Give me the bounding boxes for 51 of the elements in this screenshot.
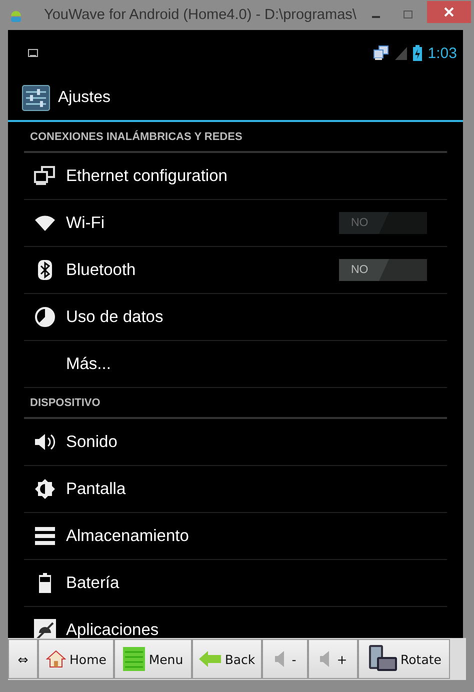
menu-icon [122,647,145,671]
screen-icon [28,48,38,58]
close-icon [444,7,454,17]
speaker-icon [34,433,56,451]
house-icon [46,650,66,668]
section-header: CONEXIONES INALÁMBRICAS Y REDES [24,122,447,153]
toolbar-button[interactable]: Menu [114,639,192,679]
toolbar-button[interactable]: + [308,639,358,679]
ethernet-icon [372,45,389,61]
settings-item[interactable]: Sonido [24,419,447,466]
pie-chart-icon [35,307,55,327]
section-header: DISPOSITIVO [24,388,447,419]
screen-title: Ajustes [58,89,110,107]
toggle-switch[interactable]: NO [339,259,427,281]
settings-item[interactable]: Almacenamiento [24,513,447,560]
settings-item[interactable]: Más... [24,341,447,388]
settings-item[interactable]: Ethernet configuration [24,153,447,200]
tablet-icon [366,645,397,673]
ethernet-icon [34,166,56,186]
item-label: Ethernet configuration [66,166,228,186]
item-label: Más... [66,354,112,374]
item-label: Wi-Fi [66,214,106,232]
item-label: Pantalla [66,480,127,498]
settings-item[interactable]: Pantalla [24,466,447,513]
status-time: 1:03 [428,44,457,62]
toolbar-button[interactable]: Home [38,639,114,679]
signal-icon [394,46,407,60]
toolbar-button[interactable]: Back [192,639,262,679]
settings-item[interactable]: Bluetooth NO [24,247,447,294]
storage-icon [35,527,55,545]
brightness-icon [35,479,55,499]
item-label: Sonido [66,432,118,452]
wifi-icon [35,215,55,231]
item-label: Bluetooth [66,260,137,280]
item-label: Almacenamiento [66,526,190,546]
bluetooth-icon [38,260,52,280]
window-title: YouWave for Android (Home4.0) - D:\programas\ [44,7,357,23]
maximize-icon [403,10,413,20]
item-label: Batería [66,574,120,592]
resize-button[interactable]: ⇔ [8,639,38,679]
battery-icon [412,45,422,61]
item-label: Uso de datos [66,308,164,326]
item-label: Aplicaciones [66,620,160,638]
battery-icon [39,573,51,593]
settings-item[interactable]: Batería [24,560,447,607]
close-button[interactable] [427,1,471,23]
back-arrow-icon [198,651,221,667]
toolbar-button[interactable]: Rotate [358,639,450,679]
settings-item[interactable]: Uso de datos [24,294,447,341]
settings-icon[interactable] [22,85,50,111]
toolbar-button[interactable]: - [262,639,308,679]
